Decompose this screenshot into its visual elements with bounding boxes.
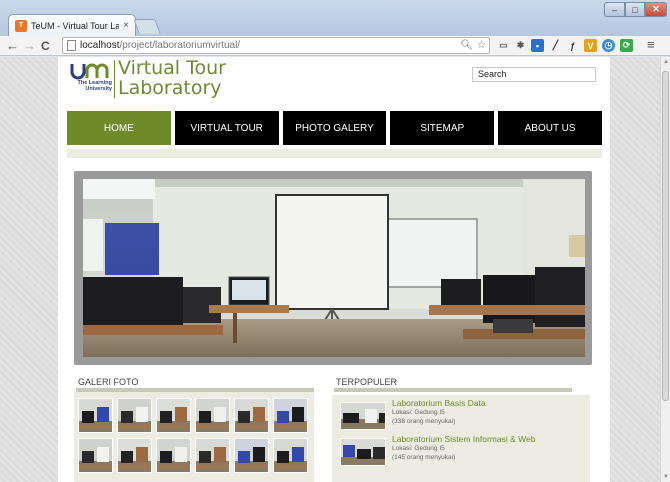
popular-item-visitors: (145 orang menyukai)	[392, 454, 456, 461]
star-icon[interactable]: ☆	[477, 40, 486, 51]
gallery-thumbnail[interactable]	[78, 398, 113, 433]
nav-sitemap[interactable]: SITEMAP	[390, 111, 495, 145]
site-container: The Learning University Virtual Tour Lab…	[58, 57, 610, 482]
gallery-title: GALERI FOTO	[78, 377, 139, 387]
logo-divider	[114, 60, 115, 98]
gallery-thumbnail[interactable]	[273, 398, 308, 433]
gallery-thumbnail[interactable]	[117, 438, 152, 473]
popular-item-thumbnail[interactable]	[340, 402, 386, 430]
extension-cast-icon[interactable]: ▭	[497, 39, 510, 52]
gallery-thumbnail[interactable]	[117, 398, 152, 433]
search-input[interactable]: Search	[472, 67, 596, 82]
popular-item-name[interactable]: Laboratorium Basis Data	[392, 398, 486, 408]
extension-puzzle-icon[interactable]: ✱	[514, 39, 527, 52]
scroll-down-icon[interactable]: ▼	[663, 474, 669, 480]
extension-pen-icon[interactable]: ╱	[549, 39, 562, 52]
nav-divider	[67, 149, 602, 158]
browser-titlebar: T TeUM - Virtual Tour Labo × – □ ✕	[0, 0, 670, 36]
popular-item-visitors: (338 orang menyukai)	[392, 418, 456, 425]
logo-tagline: The Learning University	[77, 80, 112, 92]
page-scrollbar[interactable]: ▲ ▼	[660, 57, 670, 482]
nav-about-us[interactable]: ABOUT US	[498, 111, 602, 145]
popular-rule	[334, 388, 572, 392]
popular-item-location: Lokasi: Gedung I5	[392, 445, 445, 452]
gallery-thumbnail[interactable]	[234, 438, 269, 473]
page-viewport: The Learning University Virtual Tour Lab…	[0, 57, 660, 482]
page-icon	[67, 40, 76, 51]
popular-item-name[interactable]: Laboratorium Sistem Informasi & Web	[392, 434, 535, 444]
popular-item-location: Lokasi: Gedung I5	[392, 409, 445, 416]
site-title-line1: Virtual Tour	[118, 57, 226, 79]
favicon-icon: T	[15, 19, 27, 32]
nav-home[interactable]: HOME	[67, 111, 171, 145]
scrollbar-thumb[interactable]	[662, 71, 669, 401]
site-title-line2: Laboratory	[118, 77, 222, 99]
gallery-thumbnail[interactable]	[156, 398, 191, 433]
zoom-icon[interactable]: 🔍︎	[460, 40, 473, 51]
popular-item[interactable]: Laboratorium Sistem Informasi & Web Loka…	[338, 434, 578, 470]
gallery-thumbnail[interactable]	[195, 398, 230, 433]
reload-icon[interactable]: C	[41, 38, 50, 54]
popular-item-thumbnail[interactable]	[340, 438, 386, 466]
gallery-thumbnail[interactable]	[78, 438, 113, 473]
extension-v-icon[interactable]: V	[584, 39, 597, 52]
forward-icon[interactable]: →	[23, 38, 36, 54]
window-minimize-button[interactable]: –	[604, 2, 625, 17]
university-logo-icon	[70, 63, 109, 80]
extension-function-icon[interactable]: ƒ	[566, 39, 579, 52]
popular-item[interactable]: Laboratorium Basis Data Lokasi: Gedung I…	[338, 398, 578, 434]
tab-title: TeUM - Virtual Tour Labo	[31, 20, 120, 31]
gallery-thumbnail[interactable]	[234, 398, 269, 433]
gallery-thumbnail[interactable]	[273, 438, 308, 473]
nav-photo-galery[interactable]: PHOTO GALERY	[282, 111, 387, 145]
url-path: /project/laboratoriumvirtual/	[119, 40, 241, 51]
popular-title: TERPOPULER	[336, 377, 398, 387]
scroll-up-icon[interactable]: ▲	[663, 59, 669, 65]
site-title[interactable]: Virtual Tour Laboratory	[118, 58, 226, 98]
browser-toolbar: ← → C localhost/project/laboratoriumvirt…	[0, 36, 670, 56]
menu-icon[interactable]: ≡	[647, 37, 655, 53]
main-nav: HOME VIRTUAL TOUR PHOTO GALERY SITEMAP A…	[67, 111, 602, 145]
window-close-button[interactable]: ✕	[645, 2, 667, 17]
back-icon[interactable]: ←	[6, 38, 19, 54]
hero-panorama-image[interactable]	[83, 179, 585, 357]
extension-green-icon[interactable]: ⟳	[620, 39, 633, 52]
extension-screen-icon[interactable]: ▪	[531, 39, 544, 52]
gallery-thumbnail[interactable]	[195, 438, 230, 473]
new-tab-button[interactable]	[133, 19, 161, 34]
address-bar[interactable]: localhost/project/laboratoriumvirtual/ 🔍…	[62, 37, 490, 54]
nav-virtual-tour[interactable]: VIRTUAL TOUR	[174, 111, 279, 145]
extension-clock-icon[interactable]: ◷	[602, 39, 615, 52]
window-maximize-button[interactable]: □	[625, 2, 645, 17]
tab-close-icon[interactable]: ×	[123, 20, 129, 31]
browser-tab[interactable]: T TeUM - Virtual Tour Labo ×	[8, 14, 136, 36]
gallery-thumbnail[interactable]	[156, 438, 191, 473]
url-host: localhost	[80, 40, 120, 51]
